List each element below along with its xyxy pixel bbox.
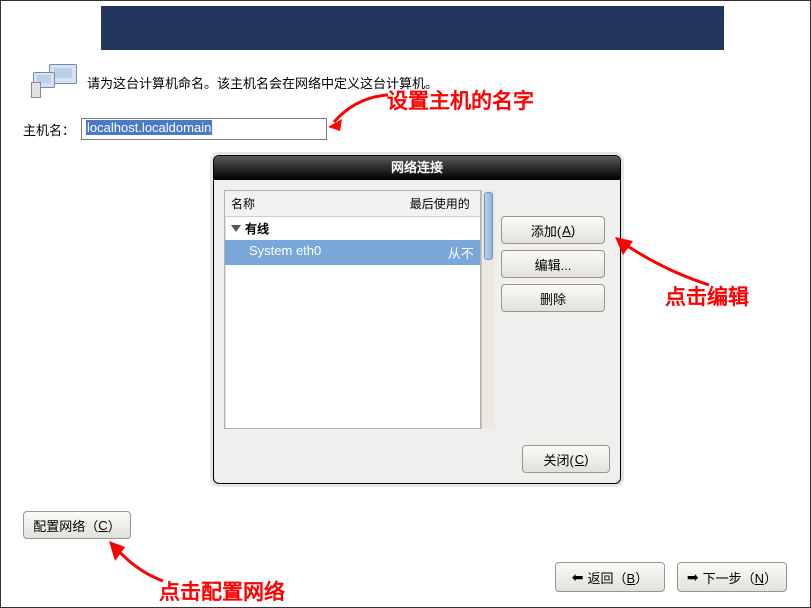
delete-button[interactable]: 删除 <box>501 284 605 312</box>
annotation-click-edit: 点击编辑 <box>665 281 749 311</box>
group-label: 有线 <box>245 220 269 237</box>
group-wired[interactable]: 有线 <box>225 217 480 240</box>
arrow-left-icon: ⬅ <box>572 569 584 586</box>
hostname-label: 主机名： <box>23 120 75 139</box>
instruction-text: 请为这台计算机命名。该主机名会在网络中定义这台计算机。 <box>87 73 438 92</box>
close-button[interactable]: 关闭(C) <box>522 445 610 473</box>
dialog-title: 网络连接 <box>214 156 620 180</box>
annotation-set-hostname: 设置主机的名字 <box>387 85 534 115</box>
add-button[interactable]: 添加(A) <box>501 216 605 244</box>
list-item[interactable]: System eth0 从不 <box>225 240 480 265</box>
header-banner <box>101 6 744 50</box>
list-header: 名称 最后使用的 <box>225 191 480 217</box>
arrow-right-icon: ➡ <box>687 569 699 586</box>
hostname-input[interactable]: localhost.localdomain <box>81 118 327 140</box>
configure-network-button[interactable]: 配置网络（C） <box>23 511 131 539</box>
annotation-click-config-network: 点击配置网络 <box>159 576 285 606</box>
hostname-value: localhost.localdomain <box>86 120 212 135</box>
back-button[interactable]: ⬅ 返回（B） <box>555 562 665 592</box>
expand-triangle-icon[interactable] <box>231 225 241 232</box>
network-dialog: 网络连接 名称 最后使用的 有线 System eth0 <box>213 155 621 484</box>
col-lastused[interactable]: 最后使用的 <box>410 195 474 212</box>
next-button[interactable]: ➡ 下一步（N） <box>677 562 787 592</box>
connection-list[interactable]: 名称 最后使用的 有线 System eth0 从不 <box>224 190 481 429</box>
item-lastused: 从不 <box>448 243 474 262</box>
scroll-thumb[interactable] <box>484 192 493 260</box>
computer-icon <box>31 64 79 100</box>
col-name[interactable]: 名称 <box>231 195 410 212</box>
scrollbar[interactable] <box>481 190 495 429</box>
item-name: System eth0 <box>249 243 448 262</box>
edit-button[interactable]: 编辑... <box>501 250 605 278</box>
